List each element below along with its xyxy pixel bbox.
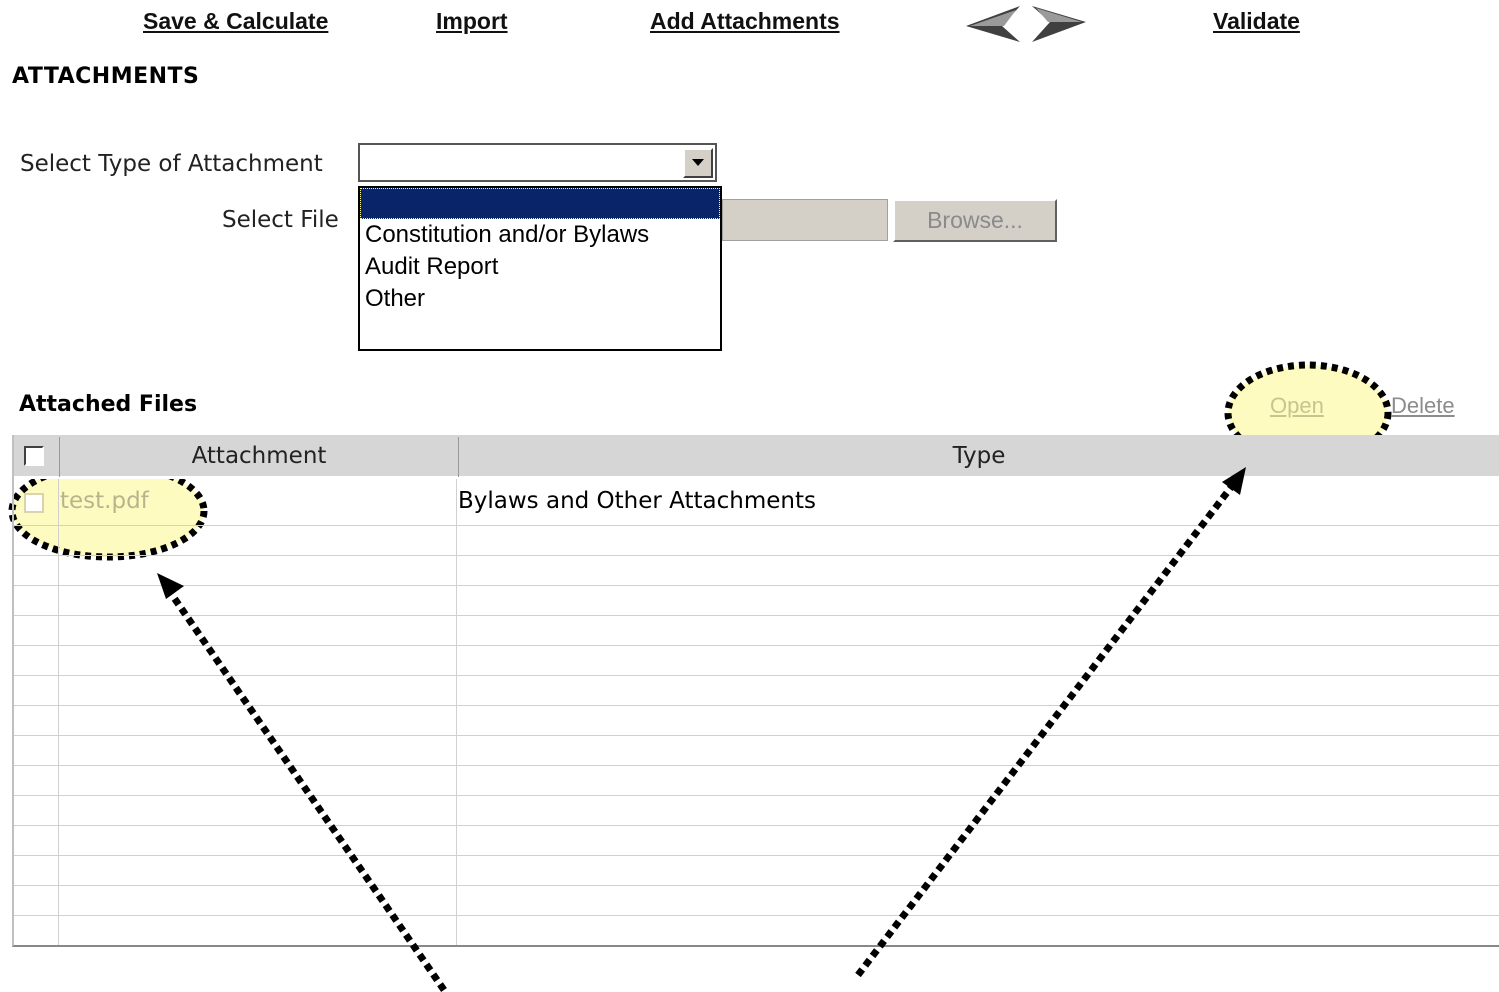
nav-arrows bbox=[966, 6, 1086, 42]
table-row bbox=[14, 556, 1499, 586]
validate-link[interactable]: Validate bbox=[1213, 8, 1300, 35]
table-row bbox=[14, 646, 1499, 676]
table-row bbox=[14, 886, 1499, 916]
dropdown-option-blank[interactable] bbox=[360, 188, 720, 219]
page-title: ATTACHMENTS bbox=[12, 64, 200, 89]
save-calculate-link[interactable]: Save & Calculate bbox=[143, 8, 328, 35]
select-all-checkbox[interactable] bbox=[24, 446, 44, 466]
next-arrow-icon[interactable] bbox=[1032, 6, 1086, 42]
previous-arrow-icon[interactable] bbox=[966, 6, 1020, 42]
column-header-attachment[interactable]: Attachment bbox=[60, 435, 458, 477]
table-row bbox=[14, 796, 1499, 826]
attachment-type: Bylaws and Other Attachments bbox=[458, 488, 816, 514]
attachment-name[interactable]: test.pdf bbox=[60, 486, 149, 516]
file-path-input[interactable] bbox=[722, 199, 888, 241]
type-label: Select Type of Attachment bbox=[20, 151, 323, 177]
column-header-type[interactable]: Type bbox=[459, 435, 1499, 477]
attachment-type-select[interactable] bbox=[358, 143, 717, 182]
dropdown-option[interactable]: Other bbox=[360, 283, 720, 315]
chevron-down-icon bbox=[692, 159, 704, 166]
import-link[interactable]: Import bbox=[436, 8, 508, 35]
dropdown-option[interactable]: Constitution and/or Bylaws bbox=[360, 219, 720, 251]
dropdown-option[interactable]: Audit Report bbox=[360, 251, 720, 283]
table-row bbox=[14, 706, 1499, 736]
table-row bbox=[14, 826, 1499, 856]
table-row bbox=[14, 676, 1499, 706]
table-row bbox=[14, 856, 1499, 886]
attached-files-table: Attachment Type test.pdf Bylaws and Othe… bbox=[12, 435, 1499, 947]
dropdown-button[interactable] bbox=[683, 148, 713, 178]
attachment-type-dropdown: Constitution and/or Bylaws Audit Report … bbox=[358, 186, 722, 351]
table-row bbox=[14, 526, 1499, 556]
table-row bbox=[14, 586, 1499, 616]
file-label: Select File bbox=[222, 207, 339, 233]
add-attachments-link[interactable]: Add Attachments bbox=[650, 8, 840, 35]
attached-files-title: Attached Files bbox=[19, 392, 198, 417]
browse-button[interactable]: Browse... bbox=[893, 199, 1057, 242]
open-link[interactable]: Open bbox=[1270, 393, 1324, 419]
table-row bbox=[14, 736, 1499, 766]
table-row bbox=[14, 766, 1499, 796]
table-header: Attachment Type bbox=[14, 435, 1499, 479]
row-checkbox[interactable] bbox=[24, 493, 44, 513]
table-row[interactable]: test.pdf Bylaws and Other Attachments bbox=[14, 479, 1499, 526]
delete-link[interactable]: Delete bbox=[1391, 393, 1455, 419]
table-row bbox=[14, 616, 1499, 646]
table-row bbox=[14, 916, 1499, 946]
